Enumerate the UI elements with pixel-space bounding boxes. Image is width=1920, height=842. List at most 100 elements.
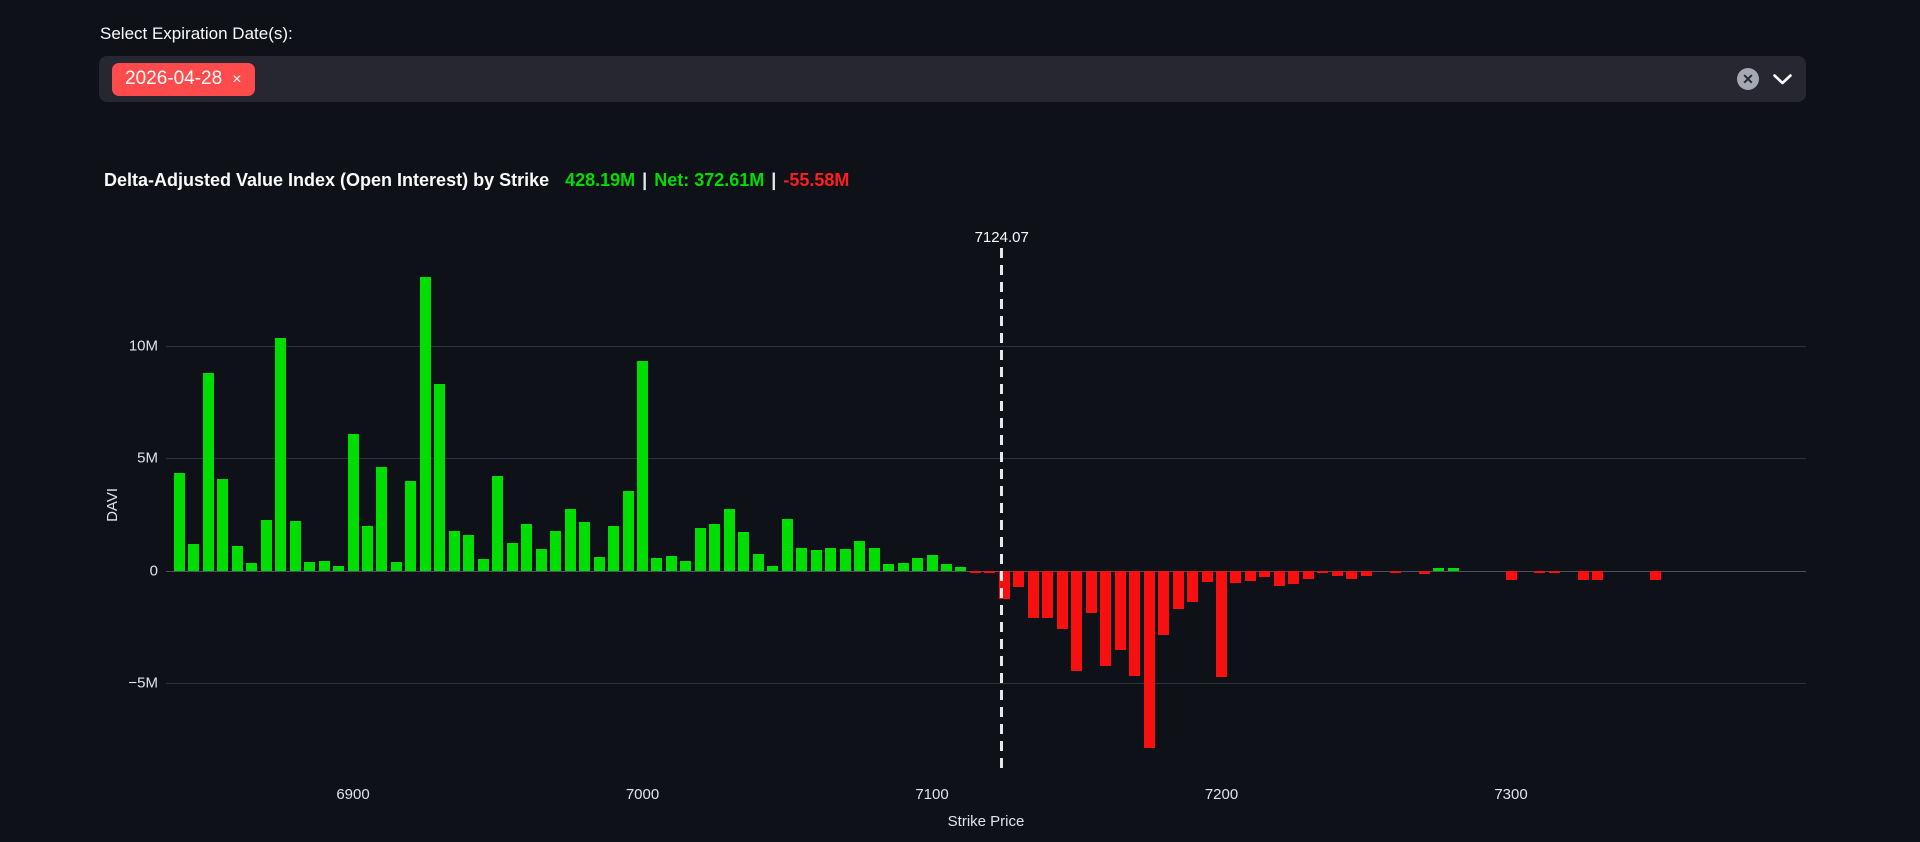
davi-bar[interactable]	[825, 548, 837, 571]
davi-bar[interactable]	[217, 478, 229, 571]
davi-bar[interactable]	[940, 563, 952, 571]
davi-bar[interactable]	[694, 528, 706, 571]
davi-bar[interactable]	[1389, 570, 1401, 573]
davi-bar[interactable]	[969, 570, 981, 573]
davi-bar[interactable]	[492, 476, 504, 571]
gridline	[166, 682, 1806, 684]
davi-bar[interactable]	[637, 360, 648, 571]
davi-bar[interactable]	[1085, 570, 1097, 614]
davi-bar[interactable]	[1650, 570, 1662, 580]
davi-bar[interactable]	[1302, 570, 1314, 579]
davi-bar[interactable]	[463, 534, 475, 571]
davi-bar[interactable]	[926, 554, 938, 571]
davi-bar[interactable]	[1548, 570, 1560, 573]
davi-bar[interactable]	[723, 508, 735, 571]
davi-bar[interactable]	[1592, 570, 1604, 580]
davi-bar[interactable]	[506, 542, 518, 571]
davi-bar[interactable]	[738, 532, 750, 571]
davi-bar[interactable]	[1114, 570, 1126, 651]
davi-bar[interactable]	[1433, 568, 1445, 571]
davi-bar[interactable]	[477, 559, 489, 571]
davi-bar[interactable]	[564, 508, 576, 571]
davi-bar[interactable]	[767, 566, 779, 571]
davi-bar[interactable]	[1216, 570, 1227, 678]
davi-bar[interactable]	[883, 563, 895, 571]
davi-bar[interactable]	[246, 562, 258, 571]
davi-bar[interactable]	[202, 373, 214, 571]
davi-bar[interactable]	[1505, 570, 1517, 580]
davi-bar[interactable]	[1317, 570, 1329, 573]
davi-bar[interactable]	[535, 549, 547, 571]
davi-bar[interactable]	[1418, 570, 1430, 575]
davi-bar[interactable]	[289, 521, 301, 571]
davi-bar[interactable]	[868, 548, 880, 571]
davi-bar[interactable]	[318, 560, 330, 571]
davi-bar[interactable]	[1230, 570, 1242, 583]
davi-bar[interactable]	[608, 525, 620, 571]
davi-bar[interactable]	[1447, 568, 1459, 571]
chevron-down-icon[interactable]	[1773, 73, 1792, 85]
davi-bar[interactable]	[1346, 570, 1358, 579]
davi-bar[interactable]	[376, 467, 388, 571]
davi-bar[interactable]	[1360, 570, 1372, 577]
davi-bar[interactable]	[231, 545, 243, 571]
davi-bar[interactable]	[1534, 570, 1546, 573]
davi-bar[interactable]	[405, 480, 417, 571]
davi-bar[interactable]	[1244, 570, 1256, 581]
davi-bar[interactable]	[955, 567, 967, 571]
stat-positive-total: 428.19M	[565, 170, 636, 190]
davi-bar[interactable]	[1201, 570, 1213, 582]
davi-bar[interactable]	[752, 553, 764, 571]
davi-bar[interactable]	[854, 541, 866, 571]
davi-bar[interactable]	[1288, 570, 1300, 585]
davi-bar[interactable]	[1273, 570, 1285, 587]
davi-bar[interactable]	[1013, 570, 1025, 588]
davi-bar[interactable]	[173, 472, 185, 571]
davi-bar[interactable]	[622, 490, 634, 571]
davi-bar[interactable]	[810, 550, 822, 571]
remove-tag-icon[interactable]: ×	[232, 71, 241, 88]
davi-bar[interactable]	[333, 566, 345, 571]
davi-bar[interactable]	[521, 523, 533, 571]
davi-bar[interactable]	[390, 561, 402, 571]
davi-bar[interactable]	[593, 557, 605, 571]
davi-bar[interactable]	[912, 558, 924, 571]
plot-area[interactable]: 10M 5M 0 −5M 6900 7000 7100 7200 7300 7124.07	[128, 226, 1806, 803]
davi-bar[interactable]	[665, 556, 677, 571]
davi-bar[interactable]	[347, 433, 359, 571]
davi-bar[interactable]	[260, 520, 272, 571]
davi-bar[interactable]	[709, 523, 721, 571]
davi-bar[interactable]	[448, 531, 460, 571]
davi-bar[interactable]	[579, 522, 591, 571]
davi-bar[interactable]	[1259, 570, 1271, 578]
davi-bar[interactable]	[1143, 570, 1155, 749]
davi-bar[interactable]	[275, 338, 287, 571]
davi-bar[interactable]	[361, 525, 373, 571]
davi-bar[interactable]	[1027, 570, 1039, 618]
davi-bar[interactable]	[419, 276, 431, 571]
davi-bar[interactable]	[1577, 570, 1589, 580]
davi-bar[interactable]	[1071, 570, 1083, 671]
davi-bar[interactable]	[680, 560, 692, 571]
davi-bar[interactable]	[550, 531, 562, 571]
davi-bar[interactable]	[839, 549, 851, 571]
davi-bar[interactable]	[1100, 570, 1112, 667]
davi-bar[interactable]	[651, 558, 663, 571]
davi-bar[interactable]	[188, 543, 200, 571]
davi-bar[interactable]	[304, 561, 316, 571]
x-tick-label: 7000	[625, 786, 660, 803]
expiration-multiselect[interactable]: 2026-04-28 × ✕	[99, 56, 1806, 102]
davi-bar[interactable]	[984, 570, 996, 573]
davi-bar[interactable]	[1331, 570, 1343, 577]
davi-bar[interactable]	[1056, 570, 1068, 630]
davi-bar[interactable]	[1172, 570, 1184, 609]
davi-bar[interactable]	[1129, 570, 1141, 677]
davi-bar[interactable]	[781, 519, 793, 571]
davi-bar[interactable]	[434, 384, 446, 571]
davi-bar[interactable]	[897, 562, 909, 571]
davi-bar[interactable]	[1042, 570, 1054, 618]
davi-bar[interactable]	[1158, 570, 1170, 635]
davi-bar[interactable]	[796, 548, 808, 571]
clear-all-icon[interactable]: ✕	[1737, 68, 1759, 90]
davi-bar[interactable]	[1187, 570, 1199, 603]
